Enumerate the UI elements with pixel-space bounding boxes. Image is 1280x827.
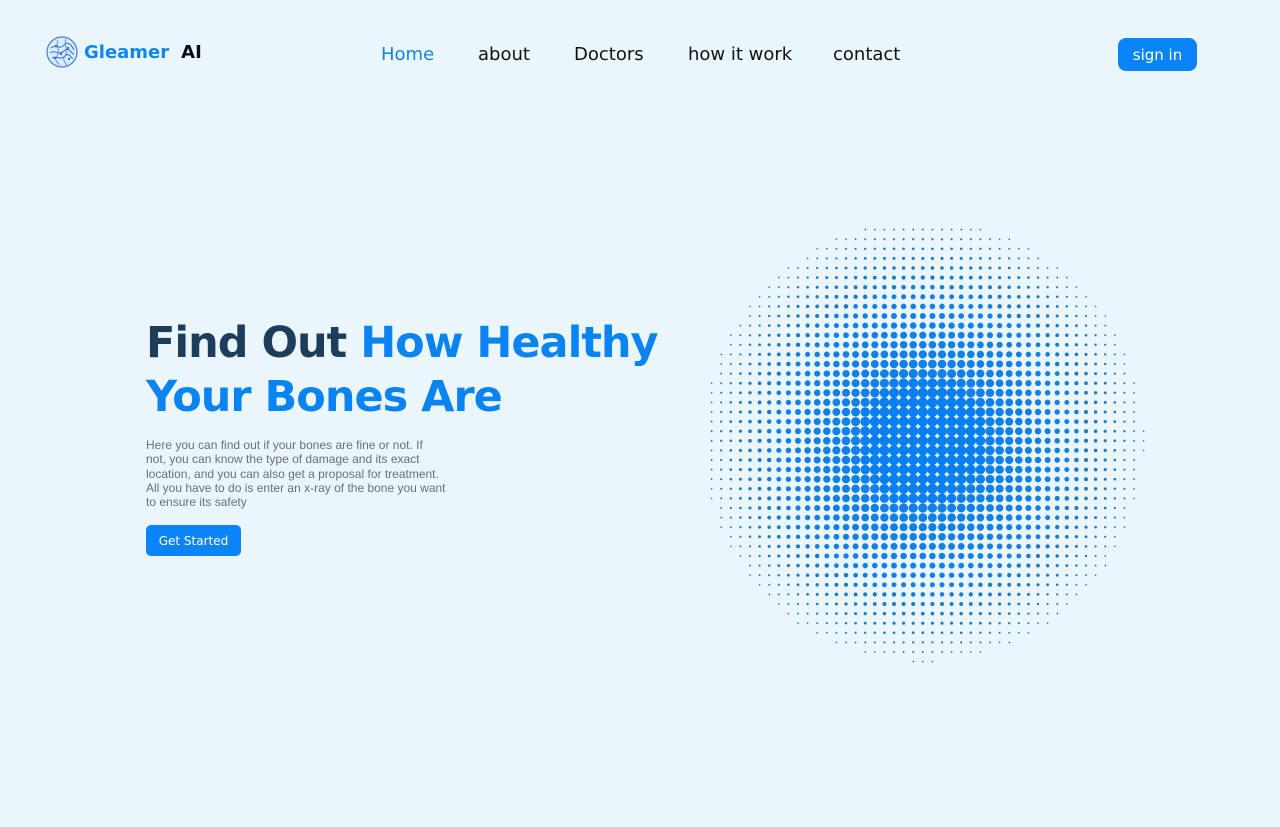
brand-suffix: AI bbox=[181, 41, 202, 63]
brand-name: Gleamer bbox=[84, 41, 170, 63]
nav-how-it-work[interactable]: how it work bbox=[688, 44, 792, 65]
site-header: Gleamer AI Home about Doctors how it wor… bbox=[0, 0, 1280, 110]
hero-title-blue-1: How Healthy bbox=[360, 318, 658, 368]
hero-title-blue-2: Your Bones Are bbox=[146, 372, 503, 422]
sign-in-button[interactable]: sign in bbox=[1118, 38, 1197, 71]
get-started-button[interactable]: Get Started bbox=[146, 525, 241, 556]
brain-globe-icon bbox=[46, 36, 78, 68]
nav-doctors[interactable]: Doctors bbox=[574, 44, 644, 65]
hero-title: Find Out How Healthy Your Bones Are bbox=[146, 316, 666, 424]
halftone-sphere-illustration bbox=[710, 228, 1145, 663]
brand-logo[interactable]: Gleamer AI bbox=[46, 36, 202, 68]
nav-contact[interactable]: contact bbox=[833, 44, 900, 65]
nav-about[interactable]: about bbox=[478, 44, 530, 65]
nav-home[interactable]: Home bbox=[381, 44, 434, 65]
hero-description: Here you can find out if your bones are … bbox=[146, 438, 446, 510]
hero-title-dark: Find Out bbox=[146, 318, 347, 368]
